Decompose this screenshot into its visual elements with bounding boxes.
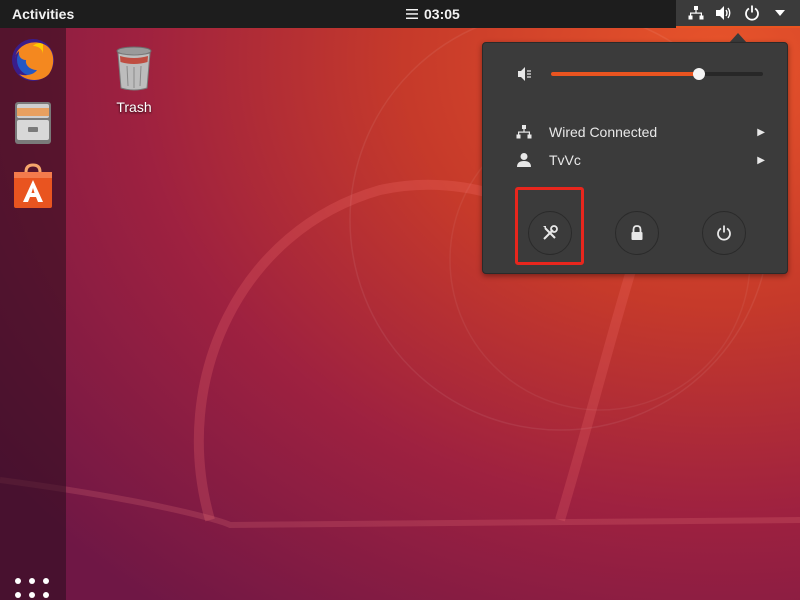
clock-time: 03:05 — [424, 6, 460, 22]
power-off-button[interactable] — [702, 211, 746, 255]
trash-label: Trash — [116, 99, 152, 115]
dock — [0, 28, 66, 600]
dock-item-ubuntu-software[interactable] — [9, 162, 57, 210]
notification-lines-icon — [406, 9, 418, 19]
network-wired-icon — [515, 123, 533, 141]
file-cabinet-icon — [15, 102, 51, 144]
show-applications-button[interactable] — [15, 578, 51, 600]
menu-item-label: Wired Connected — [549, 124, 658, 140]
menu-item-user[interactable]: TvVc ▶ — [515, 149, 765, 171]
dock-item-files[interactable] — [9, 98, 57, 146]
software-bag-icon — [14, 163, 52, 208]
trash-icon — [116, 46, 152, 91]
system-tray[interactable] — [676, 0, 800, 28]
settings-button[interactable] — [528, 211, 572, 255]
submenu-arrow-icon: ▶ — [757, 154, 765, 166]
submenu-arrow-icon: ▶ — [757, 126, 765, 138]
speaker-icon — [715, 4, 733, 22]
activities-button[interactable]: Activities — [12, 6, 74, 22]
settings-tools-icon — [543, 225, 558, 240]
dock-item-firefox[interactable] — [9, 36, 57, 84]
clock-button[interactable]: 03:05 — [406, 6, 460, 22]
lock-icon — [631, 225, 643, 240]
menu-item-label: TvVc — [549, 152, 581, 168]
power-icon — [743, 4, 761, 22]
volume-slider-fill — [551, 72, 700, 76]
system-menu: Wired Connected ▶ TvVc ▶ — [482, 42, 788, 274]
network-wired-icon — [687, 4, 705, 22]
volume-slider[interactable] — [551, 68, 763, 80]
lock-button[interactable] — [615, 211, 659, 255]
user-icon — [515, 151, 533, 169]
desktop-trash[interactable]: Trash — [104, 44, 164, 115]
menu-item-wired-connected[interactable]: Wired Connected ▶ — [515, 121, 765, 143]
volume-row — [517, 65, 767, 83]
top-bar: Activities 03:05 — [0, 0, 800, 28]
firefox-icon — [12, 39, 54, 81]
speaker-muted-low-icon — [518, 67, 531, 81]
power-icon — [717, 225, 731, 241]
volume-slider-handle[interactable] — [693, 68, 706, 80]
dropdown-triangle-icon — [771, 4, 789, 22]
